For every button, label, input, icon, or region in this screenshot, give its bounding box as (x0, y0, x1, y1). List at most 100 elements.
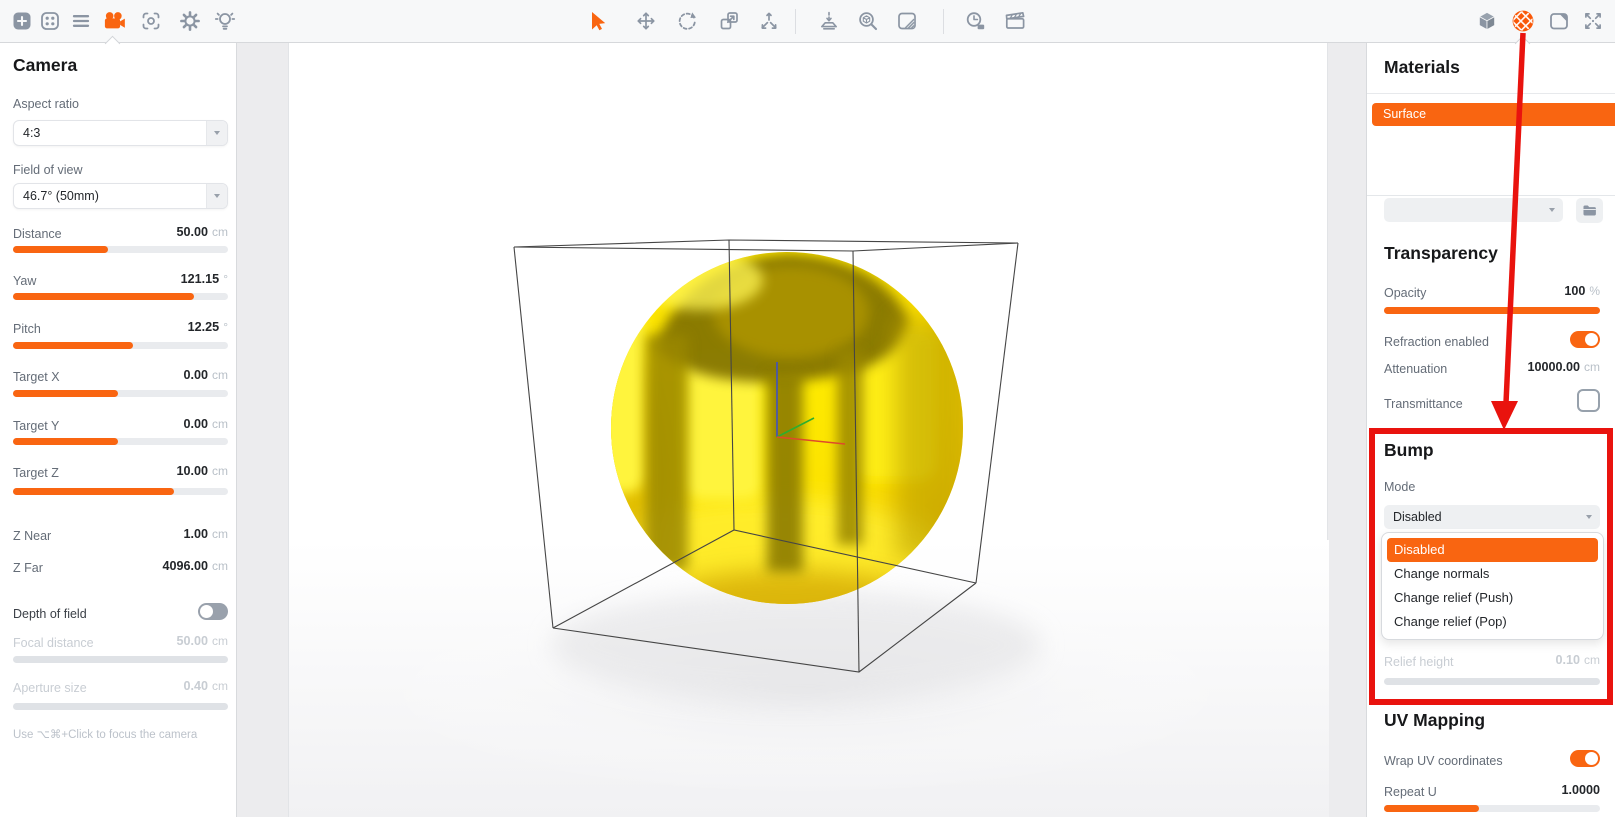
bump-mode-value: Disabled (1393, 510, 1442, 524)
z-far-row: Z Far 4096.00 cm (13, 559, 228, 575)
focus-icon (142, 12, 160, 30)
open-texture-button[interactable] (1576, 198, 1603, 223)
repeat-u-row: Repeat U 1.0000 (1384, 783, 1600, 799)
spread-apart-icon (761, 12, 777, 29)
bump-mode-select[interactable]: Disabled (1384, 505, 1600, 529)
settings-button[interactable] (176, 7, 204, 35)
field-of-view-row: Field of view (13, 161, 228, 178)
distance-slider[interactable] (13, 246, 228, 253)
scale-tool-button[interactable] (715, 7, 743, 35)
menu-option-change-normals[interactable]: Change normals (1387, 562, 1598, 586)
opacity-slider[interactable] (1384, 307, 1600, 314)
wrap-uv-toggle[interactable] (1570, 750, 1600, 767)
toggle-knob (1585, 333, 1598, 346)
rotate-icon (678, 12, 696, 30)
lighting-button[interactable] (211, 7, 239, 35)
cursor-icon (592, 12, 606, 31)
aspect-ratio-label: Aspect ratio (13, 97, 80, 111)
divider (1367, 93, 1615, 94)
material-list-item-surface[interactable]: Surface (1372, 103, 1615, 126)
object-list-icon (72, 15, 90, 27)
menu-option-disabled[interactable]: Disabled (1387, 538, 1598, 562)
select-tool-button[interactable] (583, 7, 611, 35)
camera-panel-button[interactable] (100, 7, 128, 35)
clapperboard-button[interactable] (1001, 7, 1029, 35)
pitch-row: Pitch 12.25 ° (13, 320, 228, 336)
library-button[interactable] (36, 7, 64, 35)
zoom-to-object-button[interactable] (854, 7, 882, 35)
uv-mapping-section-title: UV Mapping (1384, 710, 1486, 730)
bump-mode-row: Mode (1384, 480, 1416, 494)
toggle-knob (200, 605, 213, 618)
gear-icon (180, 11, 200, 31)
target-x-row: Target X 0.00 cm (13, 368, 228, 384)
drop-to-floor-icon (821, 11, 837, 30)
snapshot-icon (1550, 13, 1568, 30)
slider-fill (13, 488, 175, 495)
z-near-row: Z Near 1.00 cm (13, 527, 228, 543)
materials-panel: Materials Surface Transparency Opacity 1… (1366, 43, 1615, 817)
materials-sphere-icon (1512, 10, 1534, 32)
yaw-row: Yaw 121.15 ° (13, 272, 228, 288)
expand-button[interactable] (1579, 7, 1607, 35)
transparency-section-title: Transparency (1384, 243, 1498, 263)
chevron-down-icon (206, 121, 227, 145)
snapshot-button[interactable] (1545, 7, 1573, 35)
rotate-tool-button[interactable] (673, 7, 701, 35)
distance-row: Distance 50.00 cm (13, 225, 228, 241)
repeat-u-slider[interactable] (1384, 805, 1600, 812)
target-y-slider[interactable] (13, 438, 228, 445)
aspect-ratio-value: 4:3 (23, 126, 41, 140)
camera-icon (104, 12, 125, 29)
aspect-ratio-row: Aspect ratio (13, 95, 228, 112)
focus-button[interactable] (137, 7, 165, 35)
object-list-button[interactable] (67, 7, 95, 35)
time-button[interactable] (961, 7, 989, 35)
relief-height-row: Relief height 0.10 cm (1384, 653, 1600, 669)
focal-distance-row: Focal distance 50.00 cm (13, 634, 228, 650)
slider-fill (13, 438, 119, 445)
sphere-shadow (551, 590, 1041, 700)
material-texture-select[interactable] (1384, 198, 1563, 222)
transmittance-checkbox[interactable] (1577, 389, 1600, 412)
menu-option-change-relief-push[interactable]: Change relief (Push) (1387, 586, 1598, 610)
menu-option-change-relief-pop[interactable]: Change relief (Pop) (1387, 610, 1598, 634)
field-of-view-select[interactable]: 46.7° (50mm) (13, 183, 228, 209)
add-object-button[interactable] (8, 7, 36, 35)
transmittance-row: Transmittance (1384, 389, 1600, 412)
pitch-slider[interactable] (13, 342, 228, 349)
aspect-ratio-select[interactable]: 4:3 (13, 120, 228, 146)
geometry-panel-button[interactable] (1473, 7, 1501, 35)
attenuation-row: Attenuation 10000.00 cm (1384, 360, 1600, 376)
depth-of-field-toggle[interactable] (198, 603, 228, 620)
yaw-slider[interactable] (13, 293, 228, 300)
move-icon (637, 12, 655, 30)
chevron-down-icon (1549, 208, 1555, 212)
bump-section-title: Bump (1384, 440, 1434, 460)
materials-panel-button[interactable] (1509, 7, 1537, 35)
move-tool-button[interactable] (632, 7, 660, 35)
chevron-down-icon (206, 184, 227, 208)
texture-button[interactable] (893, 7, 921, 35)
scale-icon (720, 12, 738, 30)
bump-mode-dropdown-menu: Disabled Change normals Change relief (P… (1381, 532, 1604, 640)
target-z-slider[interactable] (13, 488, 228, 495)
relief-height-slider (1384, 678, 1600, 685)
materials-panel-title: Materials (1384, 57, 1460, 77)
depth-of-field-row: Depth of field (13, 603, 228, 622)
add-object-icon (13, 12, 31, 30)
drop-to-floor-button[interactable] (815, 7, 843, 35)
toolbar-separator (795, 9, 796, 34)
toolbar (0, 0, 1615, 43)
refraction-toggle[interactable] (1570, 331, 1600, 348)
slider-fill (1384, 307, 1600, 314)
clock-icon (966, 12, 985, 30)
target-x-slider[interactable] (13, 390, 228, 397)
camera-panel-title: Camera (13, 55, 78, 75)
viewport-canvas[interactable] (288, 43, 1329, 817)
library-icon (41, 12, 59, 30)
geometry-cube-icon (1478, 11, 1496, 31)
spread-tool-button[interactable] (755, 7, 783, 35)
zoom-to-object-icon (859, 12, 878, 31)
focus-camera-hint: Use ⌥⌘+Click to focus the camera (13, 729, 198, 741)
